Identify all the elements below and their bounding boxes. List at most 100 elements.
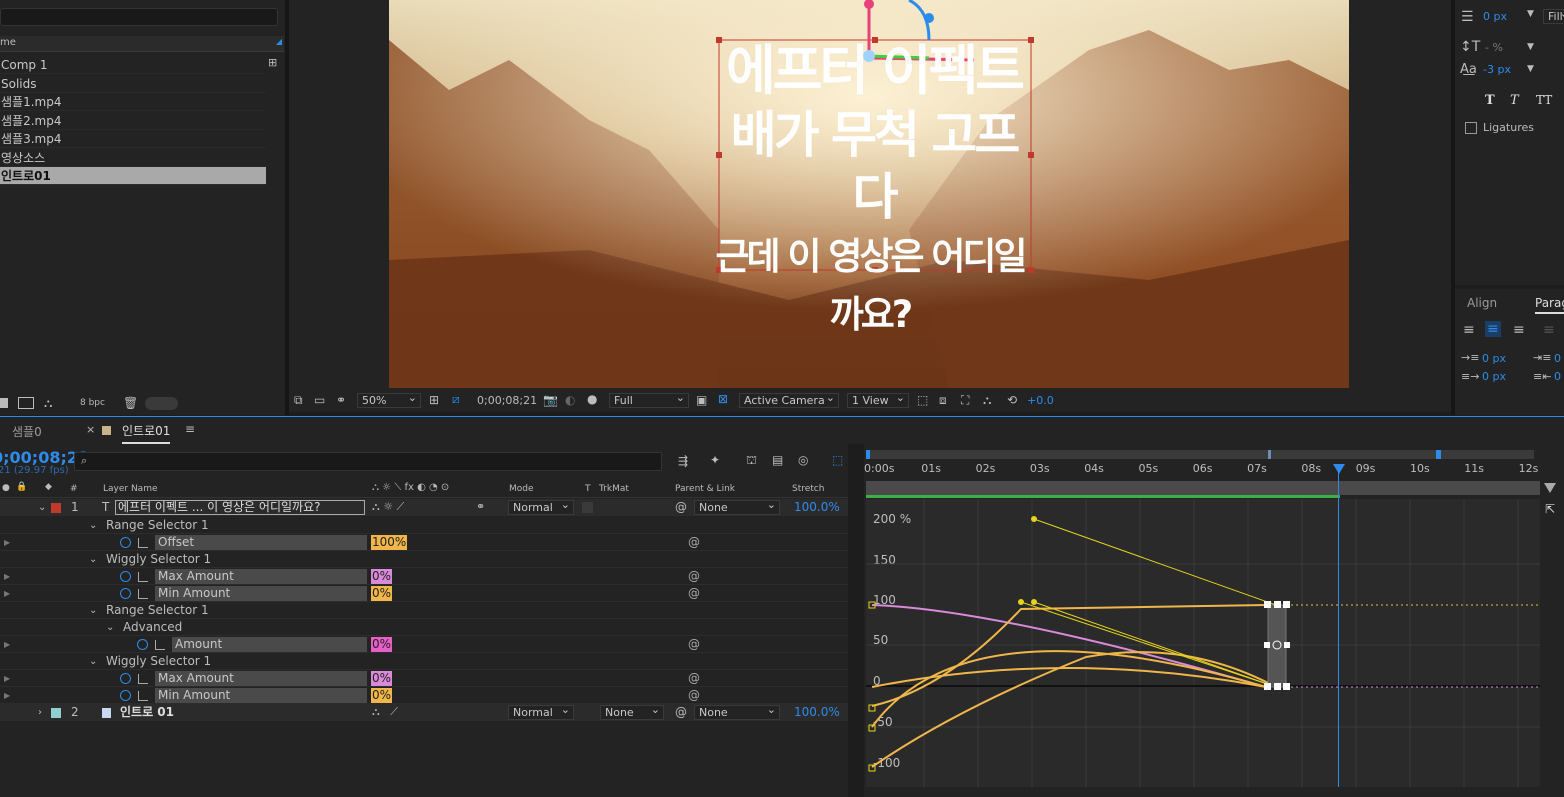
space-before-value[interactable]: 0	[1554, 352, 1561, 365]
graph-editor-divider[interactable]	[848, 444, 864, 797]
motion-blur-switch[interactable]: ⚭	[476, 500, 485, 513]
layer-label-color[interactable]	[51, 708, 61, 718]
column-parent[interactable]: Parent & Link	[675, 484, 735, 494]
stopwatch-icon[interactable]	[120, 690, 131, 701]
vert-scale-value[interactable]: - %	[1485, 41, 1503, 54]
layer1-stretch[interactable]: 100.0%	[794, 500, 840, 514]
project-item[interactable]: 인트로01	[0, 167, 266, 185]
expression-pickwhip-icon[interactable]: @	[688, 687, 700, 704]
expand-arrow-icon[interactable]: ⌄	[89, 517, 97, 534]
expand-arrow-icon[interactable]: ⌄	[89, 551, 97, 568]
column-trkmat[interactable]: TrkMat	[599, 484, 629, 494]
bpc-toggle[interactable]: 8 bpc	[80, 398, 105, 408]
vert-scale-dropdown[interactable]: ▼	[1527, 42, 1534, 52]
thumbnail-slider[interactable]	[145, 397, 178, 410]
resolution-dropdown[interactable]: Full	[609, 391, 689, 408]
offset-row[interactable]: ▶ Offset 100% @	[0, 534, 848, 551]
stopwatch-icon[interactable]	[120, 571, 131, 582]
max-amount-value[interactable]: 0%	[371, 569, 393, 584]
layer-label-color[interactable]	[51, 503, 61, 513]
playhead-handle[interactable]	[1333, 464, 1345, 474]
graph-toggle-icon[interactable]	[138, 572, 148, 582]
faux-bold-icon[interactable]: T	[1485, 93, 1495, 108]
tab-menu-icon[interactable]: ≡	[185, 422, 195, 436]
tab-align[interactable]: Align	[1467, 296, 1497, 310]
project-item[interactable]: 샘플1.mp4	[0, 93, 266, 111]
fast-preview-icon[interactable]: ▣	[696, 393, 707, 407]
baseline-shift-value[interactable]: -3 px	[1483, 63, 1511, 76]
trash-icon[interactable]: 🗑	[123, 396, 138, 410]
stroke-width-dropdown[interactable]: ▼	[1527, 9, 1534, 19]
all-caps-icon[interactable]: TT	[1536, 93, 1552, 107]
expand-arrow-icon[interactable]: ›	[38, 704, 42, 721]
baseline-shift-dropdown[interactable]: ▼	[1527, 64, 1534, 74]
channel-icon[interactable]: ●	[587, 392, 597, 406]
max-amount-row[interactable]: ▶ Max Amount 0% @	[0, 670, 848, 687]
work-area-bar[interactable]	[866, 450, 1534, 459]
wiggly-selector-row[interactable]: ⌄ Wiggly Selector 1	[0, 551, 848, 568]
layer2-trkmat-dropdown[interactable]: None	[600, 703, 664, 720]
sort-icon[interactable]: ◢	[276, 37, 282, 46]
render-icon[interactable]: ⧈	[939, 393, 947, 408]
graph-scroll-icon[interactable]: ⇱	[1545, 502, 1555, 516]
motion-blur-icon[interactable]: ◎	[798, 453, 808, 467]
min-amount-row[interactable]: ▶ Min Amount 0% @	[0, 585, 848, 602]
toggle-pixel-aspect-icon[interactable]: ⬚	[917, 393, 928, 407]
layer-row-2[interactable]: › 2 인트로 01 ⛬ ⟋ Normal None @ None 100.0%	[0, 703, 848, 721]
project-item[interactable]: 영상소스	[0, 149, 266, 167]
show-snapshot-icon[interactable]: ◐	[565, 393, 575, 407]
display-icon[interactable]: ▭	[314, 393, 325, 407]
min-amount-value[interactable]: 0%	[371, 688, 393, 703]
pickwhip-icon[interactable]: @	[675, 499, 687, 516]
range-selector-row[interactable]: ⌄ Range Selector 1	[0, 517, 848, 534]
align-right-icon[interactable]: ≡	[1513, 322, 1525, 338]
stopwatch-icon[interactable]	[120, 673, 131, 684]
reset-exposure-icon[interactable]: ⟲	[1007, 393, 1017, 407]
project-item[interactable]: Comp 1	[0, 56, 266, 74]
zoom-dropdown[interactable]: 50%	[357, 391, 421, 408]
keyframe-nav-icon[interactable]: ▶	[4, 636, 10, 653]
expand-arrow-icon[interactable]: ⌄	[89, 653, 97, 670]
project-search-input[interactable]	[0, 8, 278, 26]
comp-duration-bar[interactable]	[866, 481, 1540, 495]
expression-pickwhip-icon[interactable]: @	[688, 568, 700, 585]
project-item[interactable]: 샘플2.mp4	[0, 112, 266, 130]
keyframe-nav-icon[interactable]: ▶	[4, 568, 10, 585]
keyframe-nav-icon[interactable]: ▶	[4, 687, 10, 704]
snapshot-icon[interactable]: 📷	[543, 393, 558, 407]
view-layout-dropdown[interactable]: 1 View	[847, 391, 909, 408]
graph-toggle-icon[interactable]	[138, 538, 148, 548]
graph-toggle-icon[interactable]	[138, 674, 148, 684]
layer2-mode-dropdown[interactable]: Normal	[508, 703, 574, 720]
playhead-line[interactable]	[1338, 466, 1339, 787]
graph-curves[interactable]	[866, 499, 1556, 789]
min-amount-row[interactable]: ▶ Min Amount 0% @	[0, 687, 848, 704]
wiggly-selector-row[interactable]: ⌄ Wiggly Selector 1	[0, 653, 848, 670]
work-area-start[interactable]	[866, 450, 870, 459]
graph-editor-icon[interactable]: ⬚	[832, 453, 843, 467]
expand-arrow-icon[interactable]: ⌄	[38, 499, 46, 516]
mask-view-icon[interactable]: ⚭	[336, 393, 346, 407]
new-folder-icon[interactable]	[18, 397, 34, 409]
column-layer-name[interactable]: Layer Name	[103, 484, 158, 494]
frame-blending-icon[interactable]: ▤	[772, 453, 783, 467]
column-stretch[interactable]: Stretch	[792, 484, 824, 494]
expression-pickwhip-icon[interactable]: @	[688, 636, 700, 653]
space-after-value[interactable]: 0	[1554, 370, 1561, 383]
graph-toggle-icon[interactable]	[138, 589, 148, 599]
indent-first-value[interactable]: 0 px	[1482, 370, 1506, 383]
max-amount-row[interactable]: ▶ Max Amount 0% @	[0, 568, 848, 585]
layer-name[interactable]: 에프터 이펙트 ... 이 영상은 어디일까요?	[115, 500, 365, 515]
column-mode[interactable]: Mode	[509, 484, 534, 494]
draft-3d-icon[interactable]: ✦	[710, 453, 720, 467]
timeline-icon[interactable]: ⛶	[961, 393, 969, 408]
project-column-header[interactable]: me ◢	[0, 36, 284, 52]
amount-row[interactable]: ▶ Amount 0% @	[0, 636, 848, 653]
tab-paragraph[interactable]: Parag	[1535, 296, 1564, 314]
indent-left-value[interactable]: 0 px	[1482, 352, 1506, 365]
layer2-parent-dropdown[interactable]: None	[694, 703, 780, 720]
keyframe-nav-icon[interactable]: ▶	[4, 585, 10, 602]
preserve-transparency-box[interactable]	[582, 502, 593, 513]
align-left-icon[interactable]: ≡	[1463, 322, 1475, 338]
graph-toggle-icon[interactable]	[155, 640, 165, 650]
